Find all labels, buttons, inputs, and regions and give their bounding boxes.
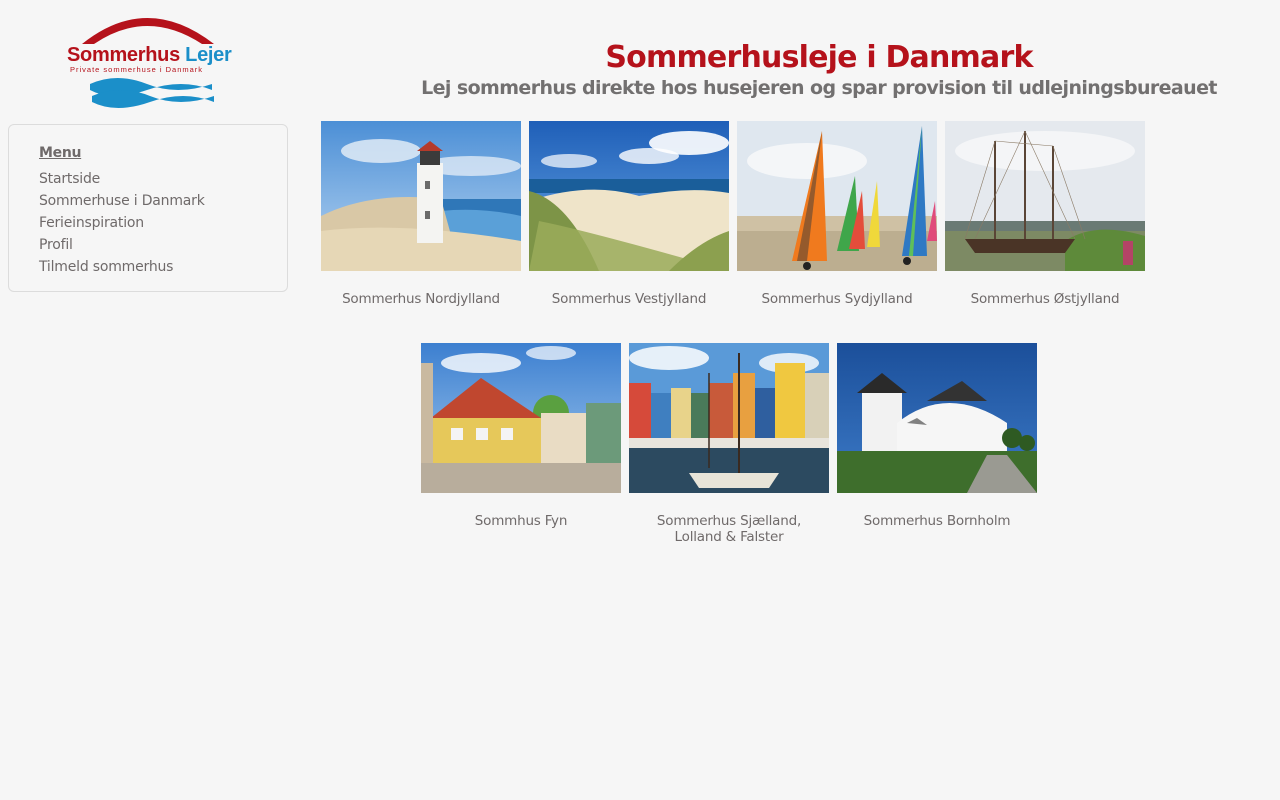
logo-word-sommerhus: Sommerhus xyxy=(67,44,180,66)
region-label-bornholm[interactable]: Sommerhus Bornholm xyxy=(837,513,1037,529)
region-label-sjaelland[interactable]: Sommerhus Sjælland, Lolland & Falster xyxy=(629,513,829,545)
menu-heading[interactable]: Menu xyxy=(39,145,257,161)
region-label-sjaelland-line1[interactable]: Sommerhus Sjælland, xyxy=(657,513,801,529)
land-sailing-photo[interactable] xyxy=(737,121,937,271)
region-tile-ostjylland[interactable]: Sommerhus Østjylland xyxy=(945,121,1145,307)
region-label-nordjylland[interactable]: Sommerhus Nordjylland xyxy=(321,291,521,307)
menu-item-sommerhuse-i-danmark[interactable]: Sommerhuse i Danmark xyxy=(39,190,257,212)
region-tile-sjaelland[interactable]: Sommerhus Sjælland, Lolland & Falster xyxy=(629,343,829,545)
region-tile-nordjylland[interactable]: Sommerhus Nordjylland xyxy=(321,121,521,307)
region-label-ostjylland[interactable]: Sommerhus Østjylland xyxy=(945,291,1145,307)
region-tile-sydjylland[interactable]: Sommerhus Sydjylland xyxy=(737,121,937,307)
harbor-ships-photo[interactable] xyxy=(945,121,1145,271)
menu-item-profil[interactable]: Profil xyxy=(39,234,257,256)
region-label-sjaelland-line2[interactable]: Lolland & Falster xyxy=(675,529,784,545)
dunes-photo[interactable] xyxy=(529,121,729,271)
sidebar-menu: Menu Startside Sommerhuse i Danmark Feri… xyxy=(8,124,288,292)
nyhavn-photo[interactable] xyxy=(629,343,829,493)
logo-title: Sommerhus Lejer xyxy=(67,44,232,67)
lighthouse-photo[interactable] xyxy=(321,121,521,271)
page-title: Sommerhusleje i Danmark xyxy=(605,40,1033,75)
region-tile-vestjylland[interactable]: Sommerhus Vestjylland xyxy=(529,121,729,307)
region-label-sydjylland[interactable]: Sommerhus Sydjylland xyxy=(737,291,937,307)
menu-item-tilmeld-sommerhus[interactable]: Tilmeld sommerhus xyxy=(39,256,257,278)
logo-tagline: Private sommerhuse i Danmark xyxy=(70,65,204,74)
region-tile-bornholm[interactable]: Sommerhus Bornholm xyxy=(837,343,1037,529)
region-tile-fyn[interactable]: Sommhus Fyn xyxy=(421,343,621,529)
region-label-vestjylland[interactable]: Sommerhus Vestjylland xyxy=(529,291,729,307)
site-logo[interactable]: Sommerhus Lejer Private sommerhuse i Dan… xyxy=(62,14,242,108)
page-subtitle: Lej sommerhus direkte hos husejeren og s… xyxy=(421,77,1217,99)
round-church-photo[interactable] xyxy=(837,343,1037,493)
menu-item-startside[interactable]: Startside xyxy=(39,168,257,190)
menu-item-ferieinspiration[interactable]: Ferieinspiration xyxy=(39,212,257,234)
region-label-fyn[interactable]: Sommhus Fyn xyxy=(421,513,621,529)
yellow-house-photo[interactable] xyxy=(421,343,621,493)
logo-word-lejer: Lejer xyxy=(185,44,232,66)
